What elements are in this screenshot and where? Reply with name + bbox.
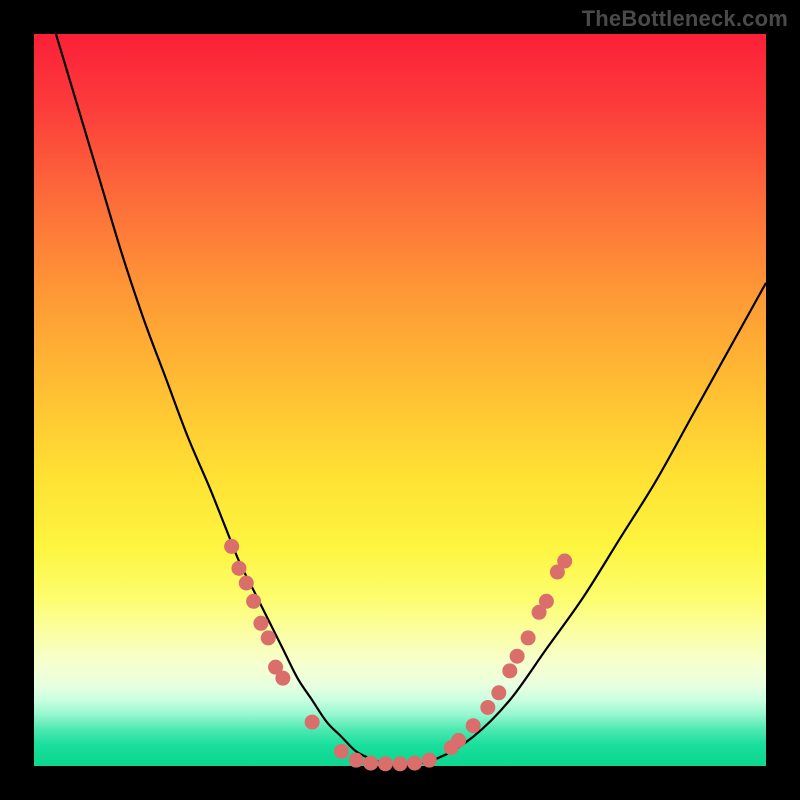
data-point-dot — [275, 671, 290, 686]
data-point-dot — [224, 539, 239, 554]
chart-plot-area — [34, 34, 766, 766]
data-point-dot — [521, 630, 536, 645]
data-point-dot — [491, 685, 506, 700]
data-point-group — [224, 539, 572, 771]
data-point-dot — [539, 594, 554, 609]
data-point-dot — [393, 756, 408, 771]
bottleneck-curve-line — [56, 34, 766, 766]
data-point-dot — [246, 594, 261, 609]
data-point-dot — [502, 663, 517, 678]
data-point-dot — [363, 756, 378, 771]
bottleneck-chart-svg — [34, 34, 766, 766]
data-point-dot — [231, 561, 246, 576]
data-point-dot — [253, 616, 268, 631]
data-point-dot — [261, 630, 276, 645]
data-point-dot — [451, 733, 466, 748]
data-point-dot — [378, 756, 393, 771]
data-point-dot — [510, 649, 525, 664]
data-point-dot — [334, 744, 349, 759]
data-point-dot — [349, 753, 364, 768]
data-point-dot — [466, 718, 481, 733]
data-point-dot — [407, 756, 422, 771]
data-point-dot — [557, 554, 572, 569]
data-point-dot — [422, 753, 437, 768]
data-point-dot — [305, 715, 320, 730]
watermark-text: TheBottleneck.com — [582, 6, 788, 32]
data-point-dot — [239, 576, 254, 591]
data-point-dot — [480, 700, 495, 715]
